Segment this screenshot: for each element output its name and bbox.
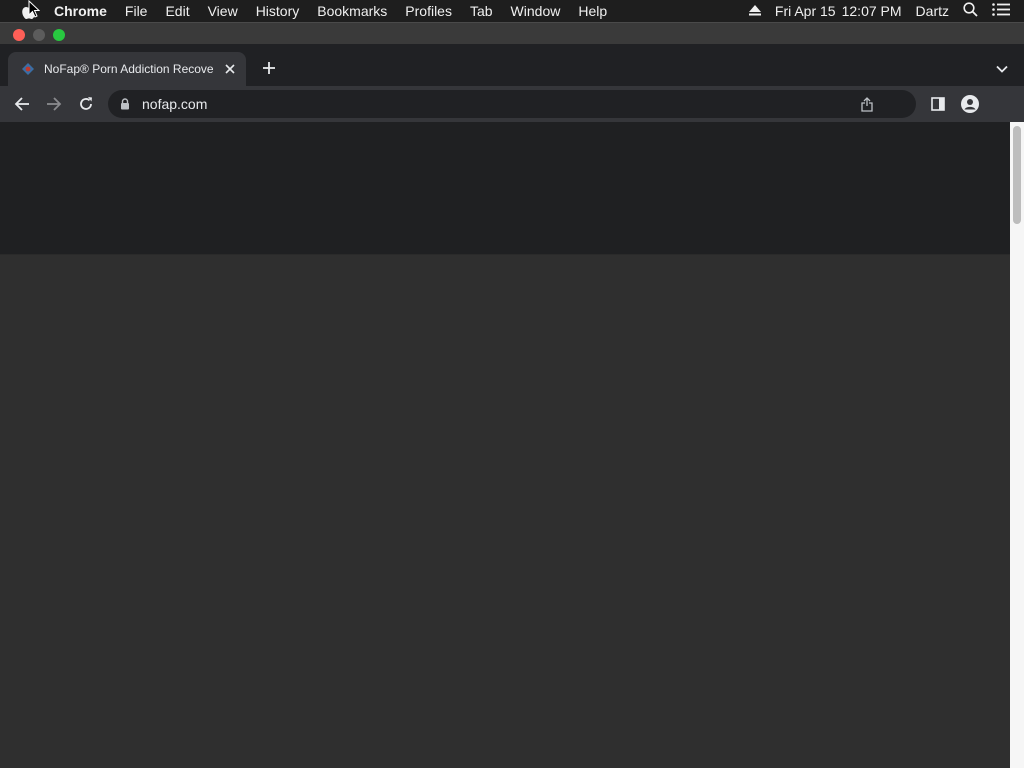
new-tab-plus-icon[interactable] [259, 58, 279, 78]
window-title-bar [0, 22, 1024, 45]
menubar-date[interactable]: Fri Apr 15 [775, 3, 836, 19]
back-arrow-icon[interactable] [12, 94, 32, 114]
menubar-user[interactable]: Dartz [916, 3, 949, 19]
spotlight-search-icon[interactable] [963, 2, 978, 20]
zoom-window-button[interactable] [53, 29, 65, 41]
address-bar-url[interactable]: nofap.com [142, 96, 858, 112]
page-header [0, 122, 1010, 255]
tab-search-chevron-down-icon[interactable] [992, 60, 1012, 78]
menu-tab[interactable]: Tab [470, 0, 493, 22]
macos-menu-bar: Chrome File Edit View History Bookmarks … [0, 0, 1024, 22]
eject-icon[interactable] [748, 3, 761, 19]
tab-nofap[interactable]: NoFap® Porn Addiction Recove [8, 52, 246, 86]
address-bar[interactable]: nofap.com [108, 90, 916, 118]
menu-profiles[interactable]: Profiles [405, 0, 452, 22]
menubar-time[interactable]: 12:07 PM [842, 3, 902, 19]
menu-bookmarks[interactable]: Bookmarks [317, 0, 387, 22]
minimize-window-button[interactable] [33, 29, 45, 41]
menu-help[interactable]: Help [578, 0, 607, 22]
menubar-status-area: Fri Apr 15 12:07 PM Dartz [748, 0, 1024, 22]
side-panel-icon[interactable] [928, 94, 948, 114]
tab-strip: NoFap® Porn Addiction Recove [0, 44, 1024, 86]
share-icon[interactable] [858, 95, 876, 113]
profile-avatar-icon[interactable] [960, 94, 980, 114]
lock-icon[interactable] [120, 97, 132, 111]
page-scrollbar[interactable] [1010, 122, 1024, 768]
mouse-cursor-icon [28, 0, 41, 18]
close-window-button[interactable] [13, 29, 25, 41]
reload-icon[interactable] [76, 94, 96, 114]
menu-history[interactable]: History [256, 0, 300, 22]
notification-center-icon[interactable] [992, 3, 1010, 19]
nofap-favicon-icon [20, 61, 36, 77]
menu-window[interactable]: Window [511, 0, 561, 22]
menu-view[interactable]: View [208, 0, 238, 22]
web-page-content [0, 122, 1010, 768]
menu-edit[interactable]: Edit [165, 0, 189, 22]
tab-title: NoFap® Porn Addiction Recove [44, 62, 214, 76]
scrollbar-thumb[interactable] [1013, 126, 1021, 224]
browser-toolbar: nofap.com [0, 86, 1024, 122]
forward-arrow-icon[interactable] [44, 94, 64, 114]
close-tab-icon[interactable] [220, 59, 240, 79]
menu-file[interactable]: File [125, 0, 148, 22]
menu-app-name[interactable]: Chrome [54, 0, 107, 22]
